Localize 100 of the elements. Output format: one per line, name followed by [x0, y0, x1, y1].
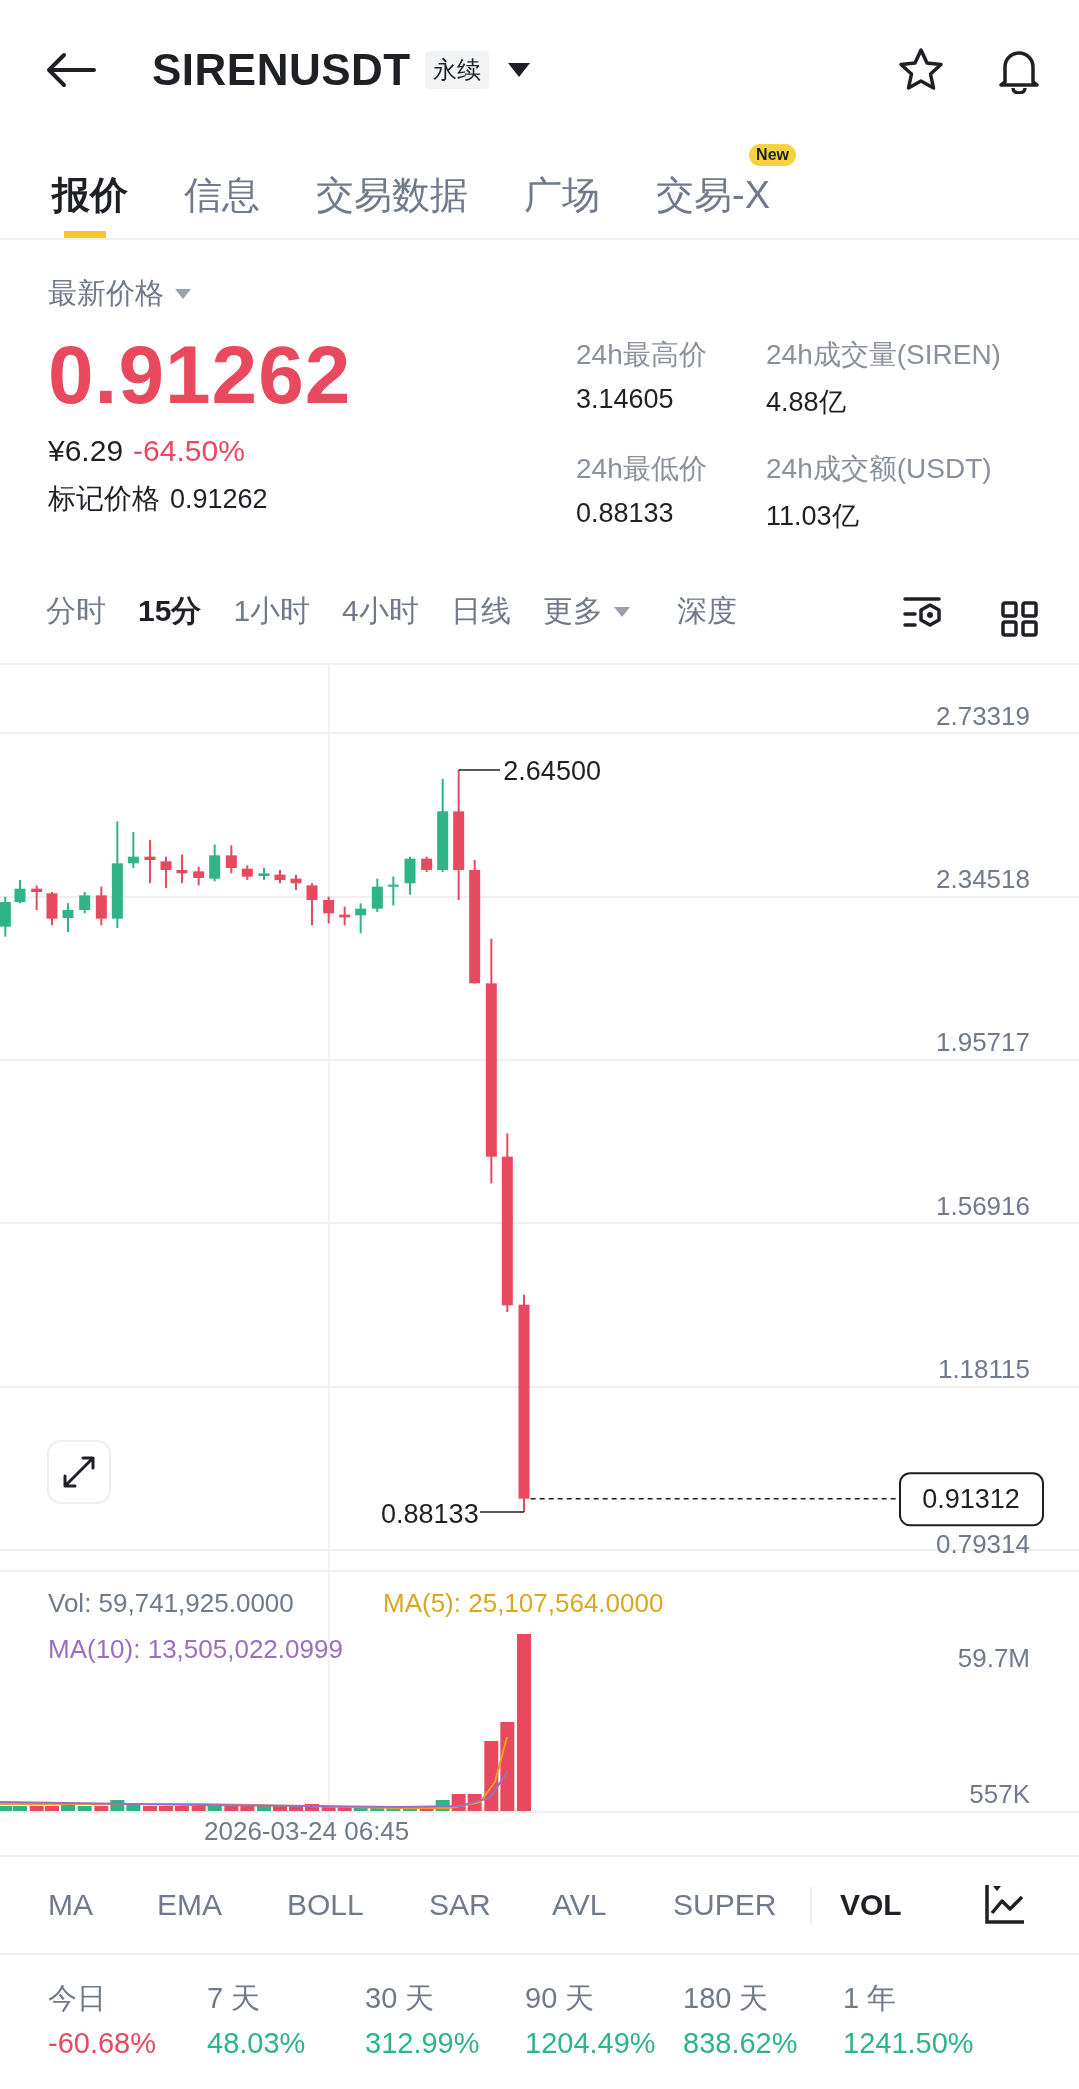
volume-bar	[159, 1806, 173, 1811]
period-label: 90 天	[525, 1981, 596, 2016]
candle	[258, 867, 270, 881]
tab[interactable]: 信息	[178, 140, 266, 238]
ma10-reading: MA(10): 13,505,022.0999	[48, 1634, 343, 1664]
candle	[241, 864, 253, 881]
fullscreen-button[interactable]	[47, 1440, 111, 1504]
candle	[290, 873, 302, 891]
volume-bar	[143, 1806, 157, 1811]
price-change: -64.50%	[133, 434, 245, 468]
leader-line	[457, 769, 501, 771]
mark-price-label: 标记价格	[48, 482, 160, 516]
low-price-label: 0.88133	[381, 1499, 479, 1530]
candle	[339, 905, 351, 927]
period-label: 今日	[48, 1981, 107, 2016]
candle	[14, 879, 26, 905]
interval-tab[interactable]: 深度	[676, 591, 737, 632]
candle	[31, 884, 43, 911]
cny-price: ¥6.29	[48, 434, 124, 468]
price-axis-label: 1.18115	[937, 1354, 1030, 1384]
volume-bar	[289, 1806, 303, 1811]
period-label: 180 天	[683, 1981, 770, 2016]
tab[interactable]: 广场	[518, 140, 606, 238]
interval-tab[interactable]: 更多	[542, 591, 631, 632]
candle	[95, 885, 107, 927]
stat-label: 24h成交量(SIREN)	[766, 338, 1001, 372]
period-label: 30 天	[365, 1981, 436, 2016]
candle	[274, 869, 286, 885]
leader-line	[479, 1511, 525, 1513]
candle	[79, 891, 91, 915]
line-chart-icon[interactable]	[984, 1883, 1026, 1925]
grid-icon[interactable]	[999, 600, 1041, 637]
price-axis-label: 2.73319	[936, 701, 1030, 731]
stat-label: 24h最低价	[576, 452, 708, 486]
volume-bar	[305, 1804, 319, 1811]
time-axis-label: 2026-03-24 06:45	[204, 1816, 410, 1847]
period-label: 7 天	[207, 1981, 262, 2016]
candle	[225, 844, 237, 875]
price-axis-label: 0.79314	[936, 1529, 1030, 1559]
candle	[387, 875, 399, 907]
period-return: 48.03%	[207, 2027, 307, 2060]
volume-bar	[77, 1806, 92, 1811]
indicator-tab[interactable]: SUPER	[673, 1888, 777, 1922]
period-return: 1241.50%	[843, 2027, 975, 2060]
candle	[404, 855, 416, 896]
period-return: -60.68%	[48, 2027, 157, 2060]
price-axis-label: 1.56916	[936, 1191, 1030, 1221]
stat-value: 11.03亿	[766, 500, 860, 533]
candle	[209, 843, 221, 883]
stat-label: 24h最高价	[576, 338, 708, 372]
interval-tab[interactable]: 4小时	[342, 591, 419, 632]
volume-bar	[484, 1741, 499, 1811]
period-label: 1 年	[843, 1981, 898, 2016]
price-axis-label: 2.34518	[936, 864, 1030, 894]
volume-bar	[61, 1805, 75, 1811]
ma5-reading: MA(5): 25,107,564.0000	[383, 1588, 664, 1618]
contract-badge: 永续	[424, 51, 489, 89]
stat-value: 4.88亿	[766, 386, 847, 419]
candle	[306, 882, 318, 927]
high-price-label: 2.64500	[503, 756, 601, 786]
stat-value: 0.88133	[576, 498, 675, 529]
indicator-tab[interactable]: BOLL	[287, 1888, 364, 1922]
indicator-tab[interactable]: SAR	[429, 1888, 491, 1922]
indicator-tab[interactable]: AVL	[552, 1888, 607, 1922]
interval-tab[interactable]: 1小时	[233, 591, 311, 632]
candle	[0, 895, 11, 938]
interval-tab[interactable]: 分时	[46, 591, 106, 632]
last-price: 0.91262	[48, 328, 353, 422]
candle	[323, 895, 335, 925]
volume-axis-label: 59.7M	[957, 1643, 1030, 1673]
tab[interactable]: 报价	[46, 140, 134, 238]
mark-price: 0.91262	[170, 484, 268, 515]
candle	[160, 855, 172, 889]
candle	[176, 853, 188, 885]
indicator-tab[interactable]: VOL	[840, 1888, 902, 1922]
volume-axis-label: 557K	[969, 1779, 1030, 1809]
caret-icon	[612, 605, 631, 618]
period-return: 312.99%	[365, 2027, 481, 2060]
volume-bar	[175, 1806, 189, 1811]
candle	[144, 839, 156, 885]
symbol-title[interactable]: SIRENUSDT	[152, 45, 411, 95]
price-type-selector[interactable]: 最新价格	[48, 274, 164, 314]
indicator-tab[interactable]: MA	[48, 1888, 93, 1922]
period-return: 838.62%	[683, 2027, 799, 2060]
candle	[127, 831, 139, 869]
stat-label: 24h成交额(USDT)	[766, 452, 993, 486]
back-arrow-icon[interactable]	[46, 52, 96, 88]
indicator-tab[interactable]: EMA	[157, 1888, 222, 1922]
interval-tab[interactable]: 15分	[138, 591, 202, 632]
candle	[62, 902, 74, 933]
candle	[46, 891, 58, 927]
candle	[371, 877, 383, 913]
price-axis-label: 1.95717	[936, 1027, 1030, 1057]
tab[interactable]: 交易数据	[310, 140, 474, 238]
new-badge: New	[749, 144, 796, 166]
interval-tab[interactable]: 日线	[450, 591, 511, 632]
caret-icon[interactable]	[506, 62, 531, 78]
stat-value: 3.14605	[576, 384, 675, 415]
volume-bar	[257, 1806, 271, 1811]
last-price-tag: 0.91312	[899, 1472, 1044, 1527]
